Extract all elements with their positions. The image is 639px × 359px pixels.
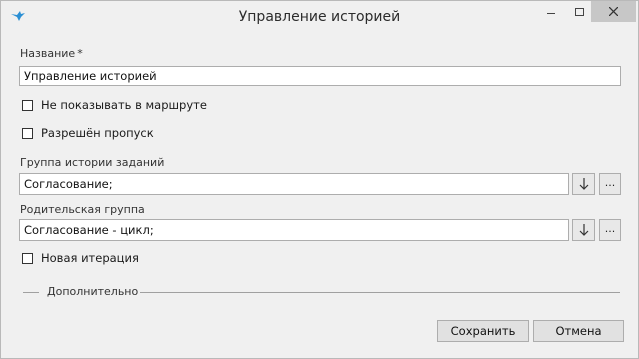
section-divider-right <box>140 292 620 293</box>
name-label: Название * <box>20 47 83 60</box>
task-history-group-browse-button[interactable]: ... <box>599 173 621 195</box>
task-history-group-input[interactable]: Согласование; <box>19 173 569 195</box>
close-icon <box>609 7 618 16</box>
hide-in-route-checkbox-row[interactable]: Не показывать в маршруте <box>22 97 207 113</box>
name-input[interactable]: Управление историей <box>19 66 621 86</box>
parent-group-label: Родительская группа <box>20 203 145 216</box>
save-button[interactable]: Сохранить <box>437 320 529 342</box>
required-mark: * <box>77 47 83 60</box>
hide-in-route-label: Не показывать в маршруте <box>41 98 207 112</box>
hide-in-route-checkbox[interactable] <box>22 99 33 111</box>
minimize-button[interactable] <box>537 1 565 22</box>
new-iteration-checkbox[interactable] <box>22 252 33 264</box>
section-divider-left <box>23 292 39 293</box>
skip-allowed-checkbox[interactable] <box>22 127 33 139</box>
cancel-button[interactable]: Отмена <box>533 320 624 342</box>
parent-group-input[interactable]: Согласование - цикл; <box>19 219 569 241</box>
new-iteration-checkbox-row[interactable]: Новая итерация <box>22 250 139 266</box>
arrow-down-icon <box>579 224 589 236</box>
skip-allowed-checkbox-row[interactable]: Разрешён пропуск <box>22 125 154 141</box>
arrow-down-icon <box>579 178 589 190</box>
dialog-window: Управление историей Название * Управление… <box>0 0 639 359</box>
parent-group-browse-button[interactable]: ... <box>599 219 621 241</box>
title-bar: Управление историей <box>1 1 638 32</box>
task-history-group-dropdown-button[interactable] <box>572 173 595 195</box>
maximize-button[interactable] <box>566 1 594 22</box>
parent-group-dropdown-button[interactable] <box>572 219 595 241</box>
close-button[interactable] <box>591 1 636 22</box>
skip-allowed-label: Разрешён пропуск <box>41 126 154 140</box>
additional-section-toggle[interactable]: Дополнительно <box>47 285 138 298</box>
new-iteration-label: Новая итерация <box>41 251 139 265</box>
task-history-group-label: Группа истории заданий <box>20 156 165 169</box>
